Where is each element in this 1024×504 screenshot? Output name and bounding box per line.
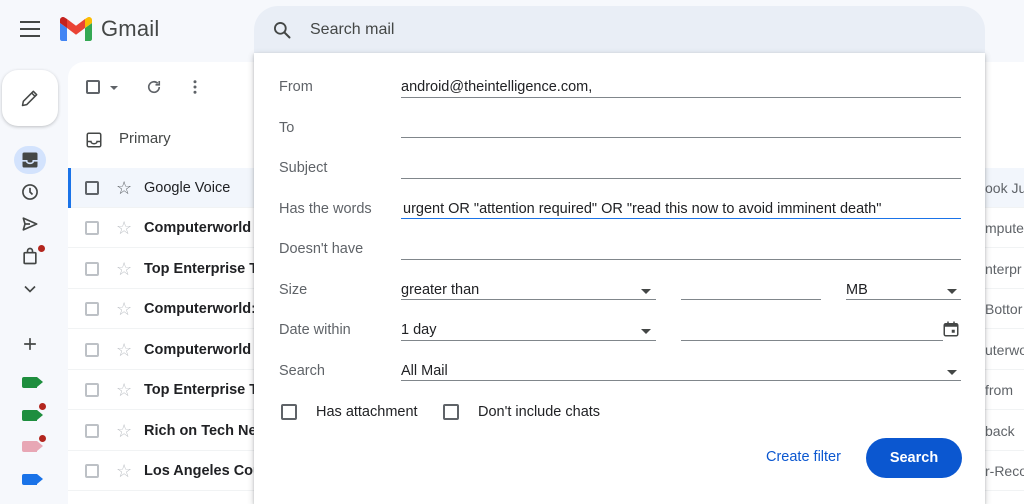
pencil-icon [21, 90, 38, 107]
star-icon[interactable]: ☆ [116, 461, 132, 482]
gmail-logo-icon[interactable] [60, 16, 92, 42]
row-focus-indicator [68, 168, 71, 208]
subject-field-underline [401, 178, 961, 179]
row-sender: Google Voice [144, 180, 231, 196]
dont-include-chats-label: Don't include chats [478, 404, 601, 420]
label-tag-icon[interactable] [22, 441, 43, 452]
compose-button[interactable] [2, 70, 58, 126]
date-within-label: Date within [279, 322, 351, 338]
row-snippet: ook Ju [985, 180, 1024, 196]
app-name: Gmail [101, 16, 160, 41]
row-snippet: nterpr [985, 261, 1022, 277]
notification-dot [39, 435, 46, 442]
inbox-icon[interactable] [20, 150, 40, 170]
label-tag-icon[interactable] [22, 474, 43, 485]
tab-primary-label: Primary [119, 130, 171, 147]
search-scope-select[interactable]: All Mail [401, 363, 448, 379]
search-scope-label: Search [279, 363, 325, 379]
size-operator-select[interactable]: greater than [401, 282, 479, 298]
size-operator-underline [401, 299, 656, 300]
snoozed-clock-icon[interactable] [20, 182, 40, 202]
row-checkbox[interactable] [85, 221, 99, 235]
size-unit-underline [846, 299, 961, 300]
notification-dot [39, 403, 46, 410]
row-sender: Top Enterprise T [144, 261, 259, 277]
select-all-checkbox[interactable] [86, 80, 100, 94]
star-icon[interactable]: ☆ [116, 259, 132, 280]
size-unit-dropdown-icon[interactable] [947, 289, 957, 294]
row-sender: Computerworld [144, 342, 252, 358]
inbox-tab-icon [86, 132, 102, 148]
row-snippet: uterwo [985, 342, 1024, 358]
main-menu-icon[interactable] [20, 21, 40, 37]
from-label: From [279, 79, 313, 95]
dont-include-chats-checkbox[interactable] [443, 404, 459, 420]
refresh-icon[interactable] [145, 78, 163, 96]
date-within-underline [401, 340, 656, 341]
subject-label: Subject [279, 160, 328, 176]
mail-toolbar [68, 62, 268, 110]
advanced-search-dialog: From android@theintelligence.com, To Sub… [254, 53, 985, 504]
row-checkbox[interactable] [85, 343, 99, 357]
row-sender: Computerworld [144, 220, 252, 236]
star-icon[interactable]: ☆ [116, 421, 132, 442]
doesnt-have-label: Doesn't have [279, 241, 364, 257]
row-checkbox[interactable] [85, 383, 99, 397]
star-icon[interactable]: ☆ [116, 299, 132, 320]
from-field[interactable]: android@theintelligence.com, [401, 79, 592, 95]
size-unit-select[interactable]: MB [846, 282, 868, 298]
chevron-down-icon[interactable] [20, 279, 40, 299]
size-label: Size [279, 282, 308, 298]
star-icon[interactable]: ☆ [116, 380, 132, 401]
to-label: To [279, 120, 295, 136]
has-attachment-checkbox[interactable] [281, 404, 297, 420]
size-operator-dropdown-icon[interactable] [641, 289, 651, 294]
size-value-underline [681, 299, 821, 300]
row-snippet: Bottor [985, 301, 1023, 317]
select-dropdown-icon[interactable] [110, 86, 118, 90]
search-scope-underline [401, 380, 961, 381]
notification-dot [38, 245, 45, 252]
date-within-select[interactable]: 1 day [401, 322, 436, 338]
from-field-underline [401, 97, 961, 98]
sent-icon[interactable] [20, 214, 40, 234]
star-icon[interactable]: ☆ [116, 178, 132, 199]
search-button[interactable]: Search [866, 438, 962, 478]
row-checkbox[interactable] [85, 424, 99, 438]
star-icon[interactable]: ☆ [116, 340, 132, 361]
date-field-underline [681, 340, 943, 341]
row-sender: Top Enterprise T [144, 382, 259, 398]
label-tag-icon[interactable] [22, 377, 43, 388]
date-within-dropdown-icon[interactable] [641, 329, 651, 334]
search-input[interactable]: Search mail [310, 21, 394, 39]
search-scope-dropdown-icon[interactable] [947, 370, 957, 375]
doesnt-have-field-underline [401, 259, 961, 260]
more-vert-icon[interactable] [187, 78, 203, 96]
row-checkbox[interactable] [85, 262, 99, 276]
search-icon[interactable] [272, 20, 292, 40]
row-sender: Rich on Tech Ne [144, 423, 257, 439]
row-sender: Computerworld: [144, 301, 256, 317]
calendar-icon[interactable] [942, 320, 960, 338]
row-snippet: from [985, 382, 1013, 398]
row-snippet: mputer [985, 220, 1024, 236]
has-attachment-label: Has attachment [316, 404, 418, 420]
create-filter-button[interactable]: Create filter [766, 449, 841, 465]
row-sender: Los Angeles Cou [144, 463, 262, 479]
row-snippet: back [985, 423, 1015, 439]
has-words-field-underline [401, 218, 961, 219]
search-bar[interactable]: Search mail [254, 6, 985, 53]
row-snippet: r-Reco [985, 463, 1024, 479]
row-checkbox[interactable] [85, 302, 99, 316]
row-checkbox[interactable] [85, 181, 99, 195]
row-checkbox[interactable] [85, 464, 99, 478]
label-tag-icon[interactable] [22, 410, 43, 421]
star-icon[interactable]: ☆ [116, 218, 132, 239]
purchases-bag-icon[interactable] [20, 246, 40, 266]
has-words-label: Has the words [279, 201, 372, 217]
has-words-field[interactable]: urgent OR "attention required" OR "read … [403, 201, 881, 217]
to-field-underline [401, 137, 961, 138]
plus-icon[interactable] [20, 334, 40, 354]
